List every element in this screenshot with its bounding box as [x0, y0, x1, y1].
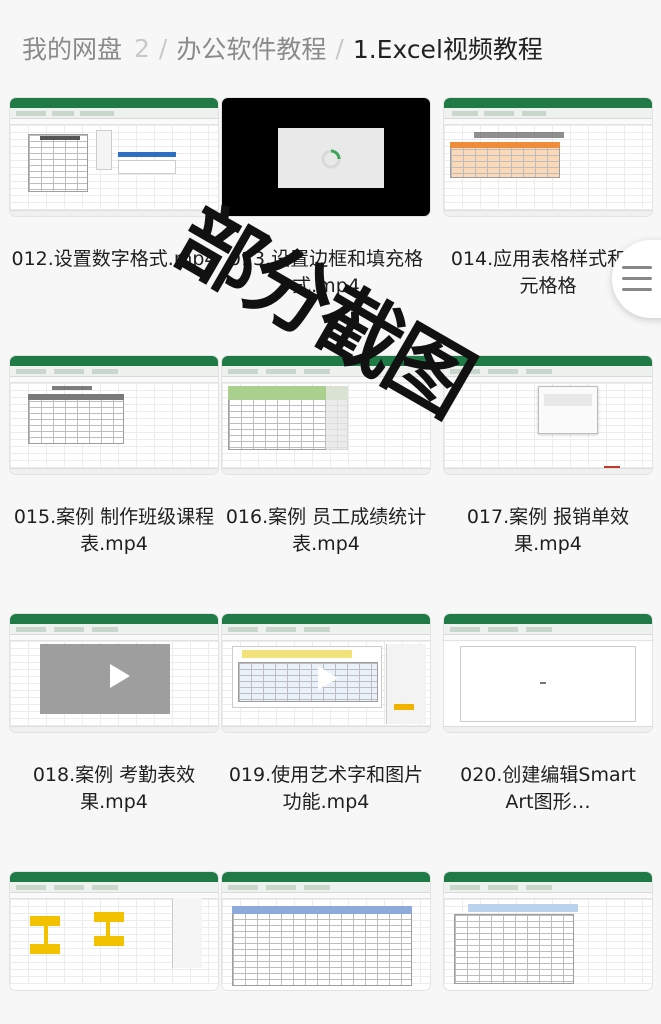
file-name[interactable]: 017.案例 报销单效果.mp4: [444, 504, 652, 558]
file-name[interactable]: 013.设置边框和填充格式.mp4: [222, 246, 430, 300]
breadcrumb-item-my-drive[interactable]: 我的网盘: [22, 30, 122, 66]
video-thumbnail[interactable]: [222, 872, 430, 990]
breadcrumb: 我的网盘 2 / 办公软件教程 / 1.Excel视频教程: [22, 28, 652, 68]
video-thumbnail[interactable]: [444, 872, 652, 990]
file-name[interactable]: 020.创建编辑Smart Art图形…: [444, 762, 652, 816]
play-icon[interactable]: [318, 666, 338, 690]
file-name[interactable]: 018.案例 考勤表效果.mp4: [10, 762, 218, 816]
video-thumbnail[interactable]: [10, 98, 218, 216]
video-thumbnail[interactable]: [222, 614, 430, 732]
breadcrumb-separator: /: [335, 33, 344, 63]
breadcrumb-item-office-software[interactable]: 办公软件教程: [176, 30, 326, 66]
video-thumbnail[interactable]: [10, 356, 218, 474]
video-thumbnail[interactable]: [222, 356, 430, 474]
video-thumbnail[interactable]: [444, 98, 652, 216]
file-name[interactable]: 016.案例 员工成绩统计表.mp4: [222, 504, 430, 558]
loading-spinner-icon: [321, 149, 341, 169]
breadcrumb-item-collapsed[interactable]: 2: [134, 34, 150, 63]
breadcrumb-item-current-folder: 1.Excel视频教程: [352, 35, 543, 64]
video-thumbnail[interactable]: [10, 872, 218, 990]
video-thumbnail[interactable]: [222, 98, 430, 216]
play-icon[interactable]: [110, 664, 130, 688]
video-thumbnail[interactable]: [10, 614, 218, 732]
file-name[interactable]: 012.设置数字格式.mp4: [10, 246, 218, 273]
file-name[interactable]: 015.案例 制作班级课程表.mp4: [10, 504, 218, 558]
video-thumbnail[interactable]: [444, 614, 652, 732]
file-name[interactable]: 019.使用艺术字和图片功能.mp4: [222, 762, 430, 816]
video-thumbnail[interactable]: [444, 356, 652, 474]
breadcrumb-separator: /: [158, 33, 168, 63]
